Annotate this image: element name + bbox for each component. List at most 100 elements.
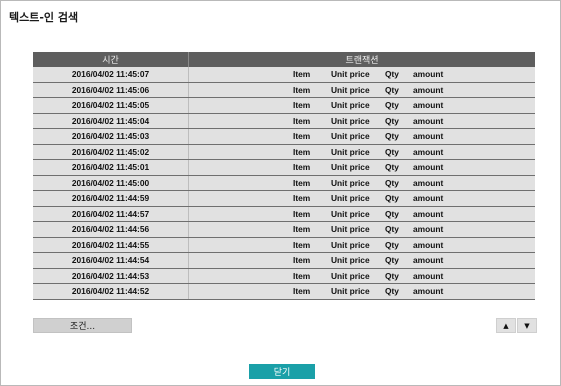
row-qty: Qty — [385, 177, 399, 188]
row-qty: Qty — [385, 84, 399, 95]
scroll-up-button[interactable]: ▲ — [496, 318, 516, 333]
close-button[interactable]: 닫기 — [249, 364, 315, 379]
row-item: Item — [293, 131, 311, 142]
row-qty: Qty — [385, 146, 399, 157]
column-header-time[interactable]: 시간 — [33, 52, 189, 67]
row-transaction: Item Unit price Qty amount — [189, 160, 535, 175]
row-time: 2016/04/02 11:45:00 — [33, 175, 189, 190]
row-unit-price: Unit price — [331, 239, 370, 250]
row-time: 2016/04/02 11:44:57 — [33, 206, 189, 221]
row-qty: Qty — [385, 255, 399, 266]
table-row[interactable]: 2016/04/02 11:45:05 Item Unit price Qty amou… — [33, 98, 535, 114]
row-amount: amount — [413, 270, 444, 281]
row-amount: amount — [413, 131, 444, 142]
row-transaction: Item Unit price Qty amount — [189, 238, 535, 253]
table-row[interactable]: 2016/04/02 11:45:03 Item Unit price Qty amou… — [33, 129, 535, 145]
row-item: Item — [293, 115, 311, 126]
row-qty: Qty — [385, 224, 399, 235]
table-row[interactable]: 2016/04/02 11:44:59 Item Unit price Qty amou… — [33, 191, 535, 207]
row-unit-price: Unit price — [331, 131, 370, 142]
row-qty: Qty — [385, 270, 399, 281]
table-row[interactable]: 2016/04/02 11:44:54 Item Unit price Qty amou… — [33, 253, 535, 269]
row-transaction: Item Unit price Qty amount — [189, 98, 535, 113]
dialog-title: 텍스트-인 검색 — [9, 11, 79, 24]
row-transaction: Item Unit price Qty amount — [189, 129, 535, 144]
table-row[interactable]: 2016/04/02 11:44:57 Item Unit price Qty amou… — [33, 206, 535, 222]
row-transaction: Item Unit price Qty amount — [189, 83, 535, 98]
condition-button[interactable]: 조건... — [33, 318, 132, 333]
row-time: 2016/04/02 11:44:54 — [33, 253, 189, 268]
row-amount: amount — [413, 177, 444, 188]
table-row[interactable]: 2016/04/02 11:45:01 Item Unit price Qty amou… — [33, 160, 535, 176]
row-unit-price: Unit price — [331, 84, 370, 95]
row-item: Item — [293, 255, 311, 266]
row-item: Item — [293, 162, 311, 173]
row-unit-price: Unit price — [331, 146, 370, 157]
row-qty: Qty — [385, 69, 399, 80]
row-time: 2016/04/02 11:45:04 — [33, 113, 189, 128]
scroll-down-button[interactable]: ▼ — [517, 318, 537, 333]
row-item: Item — [293, 100, 311, 111]
row-transaction: Item Unit price Qty amount — [189, 67, 535, 82]
row-amount: amount — [413, 84, 444, 95]
row-time: 2016/04/02 11:45:02 — [33, 144, 189, 159]
row-unit-price: Unit price — [331, 255, 370, 266]
row-time: 2016/04/02 11:45:07 — [33, 67, 189, 82]
text-in-search-dialog: 텍스트-인 검색 시간 트랜잭션 2016/04/02 11:45:07 Item… — [0, 0, 561, 386]
table-row[interactable]: 2016/04/02 11:45:02 Item Unit price Qty amou… — [33, 144, 535, 160]
row-unit-price: Unit price — [331, 193, 370, 204]
row-amount: amount — [413, 146, 444, 157]
row-transaction: Item Unit price Qty amount — [189, 191, 535, 206]
table-row[interactable]: 2016/04/02 11:44:52 Item Unit price Qty amou… — [33, 284, 535, 300]
row-item: Item — [293, 208, 311, 219]
table-body: 2016/04/02 11:45:07 Item Unit price Qty amou… — [33, 67, 535, 300]
row-transaction: Item Unit price Qty amount — [189, 222, 535, 237]
row-time: 2016/04/02 11:45:01 — [33, 160, 189, 175]
row-item: Item — [293, 239, 311, 250]
row-time: 2016/04/02 11:44:52 — [33, 284, 189, 299]
row-amount: amount — [413, 286, 444, 297]
table-header: 시간 트랜잭션 — [33, 52, 535, 67]
row-qty: Qty — [385, 239, 399, 250]
table-row[interactable]: 2016/04/02 11:44:53 Item Unit price Qty amou… — [33, 268, 535, 284]
row-transaction: Item Unit price Qty amount — [189, 114, 535, 129]
row-transaction: Item Unit price Qty amount — [189, 253, 535, 268]
row-qty: Qty — [385, 131, 399, 142]
column-header-transaction[interactable]: 트랜잭션 — [189, 52, 535, 67]
table-row[interactable]: 2016/04/02 11:45:06 Item Unit price Qty amou… — [33, 82, 535, 98]
row-item: Item — [293, 193, 311, 204]
row-item: Item — [293, 69, 311, 80]
row-qty: Qty — [385, 100, 399, 111]
row-unit-price: Unit price — [331, 177, 370, 188]
row-item: Item — [293, 84, 311, 95]
row-item: Item — [293, 286, 311, 297]
row-unit-price: Unit price — [331, 224, 370, 235]
row-unit-price: Unit price — [331, 69, 370, 80]
row-amount: amount — [413, 208, 444, 219]
arrow-up-icon: ▲ — [503, 321, 509, 330]
table-row[interactable]: 2016/04/02 11:44:55 Item Unit price Qty amou… — [33, 237, 535, 253]
row-time: 2016/04/02 11:44:56 — [33, 222, 189, 237]
row-unit-price: Unit price — [331, 100, 370, 111]
row-transaction: Item Unit price Qty amount — [189, 176, 535, 191]
table-row[interactable]: 2016/04/02 11:45:00 Item Unit price Qty amou… — [33, 175, 535, 191]
row-time: 2016/04/02 11:44:55 — [33, 237, 189, 252]
table-row[interactable]: 2016/04/02 11:45:04 Item Unit price Qty amou… — [33, 113, 535, 129]
row-transaction: Item Unit price Qty amount — [189, 207, 535, 222]
row-amount: amount — [413, 162, 444, 173]
row-amount: amount — [413, 115, 444, 126]
row-unit-price: Unit price — [331, 286, 370, 297]
row-transaction: Item Unit price Qty amount — [189, 145, 535, 160]
row-unit-price: Unit price — [331, 208, 370, 219]
transaction-table: 시간 트랜잭션 2016/04/02 11:45:07 Item Unit pric… — [33, 52, 535, 300]
table-row[interactable]: 2016/04/02 11:44:56 Item Unit price Qty amou… — [33, 222, 535, 238]
row-amount: amount — [413, 255, 444, 266]
row-qty: Qty — [385, 115, 399, 126]
row-qty: Qty — [385, 286, 399, 297]
row-amount: amount — [413, 69, 444, 80]
row-time: 2016/04/02 11:44:59 — [33, 191, 189, 206]
row-transaction: Item Unit price Qty amount — [189, 284, 535, 299]
row-qty: Qty — [385, 208, 399, 219]
row-item: Item — [293, 146, 311, 157]
table-row[interactable]: 2016/04/02 11:45:07 Item Unit price Qty amou… — [33, 67, 535, 83]
